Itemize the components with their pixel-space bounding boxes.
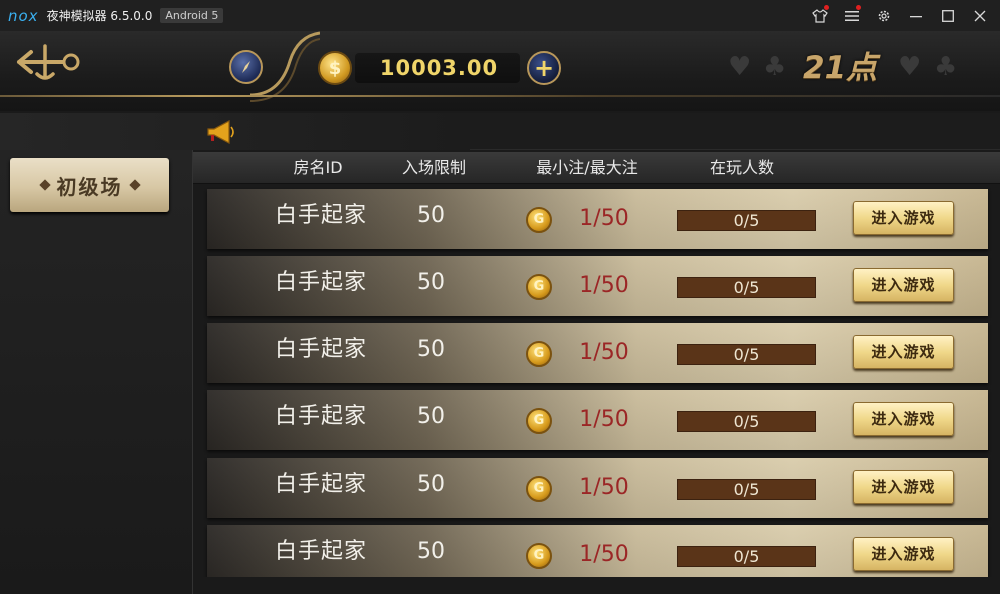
notification-dot xyxy=(824,5,829,10)
window-controls xyxy=(804,0,996,31)
player-count: 0/5 xyxy=(677,479,816,500)
gear-icon[interactable] xyxy=(868,0,900,31)
heart-suit-icon: ♥ xyxy=(898,52,922,82)
room-level-sidebar xyxy=(0,150,193,594)
room-name: 白手起家 xyxy=(274,472,367,497)
tab-beginner[interactable]: 初级场 xyxy=(10,158,169,212)
maximize-icon[interactable] xyxy=(932,0,964,31)
club-suit-icon: ♣ xyxy=(934,52,958,82)
coin-icon: G xyxy=(526,341,552,367)
bet-range: 1/50 xyxy=(579,407,629,432)
back-anchor-button[interactable] xyxy=(14,40,86,84)
diamond-icon xyxy=(38,179,51,191)
enter-game-button[interactable]: 进入游戏 xyxy=(853,335,954,369)
add-coins-button[interactable]: + xyxy=(527,51,561,85)
compass-button[interactable] xyxy=(229,50,263,84)
bet-range: 1/50 xyxy=(579,273,629,298)
minimize-icon[interactable] xyxy=(900,0,932,31)
enter-game-button[interactable]: 进入游戏 xyxy=(853,268,954,302)
player-count: 0/5 xyxy=(677,344,816,365)
close-icon[interactable] xyxy=(964,0,996,31)
shirt-icon[interactable] xyxy=(804,0,836,31)
emulator-titlebar: nox 夜神模拟器 6.5.0.0 Android 5 xyxy=(0,0,1000,31)
notification-dot xyxy=(856,5,861,10)
club-suit-icon: ♣ xyxy=(763,52,787,82)
room-name: 白手起家 xyxy=(274,337,367,362)
player-count: 0/5 xyxy=(677,210,816,231)
enter-game-button[interactable]: 进入游戏 xyxy=(853,470,954,504)
entry-limit: 50 xyxy=(417,203,445,228)
nox-logo: nox xyxy=(8,6,39,25)
player-count: 0/5 xyxy=(677,277,816,298)
app-title: 夜神模拟器 6.5.0.0 xyxy=(46,9,153,23)
megaphone-icon xyxy=(207,120,234,144)
coin-icon: G xyxy=(526,207,552,233)
bottom-strip xyxy=(193,577,1000,594)
android-version-badge: Android 5 xyxy=(160,8,224,23)
room-name: 白手起家 xyxy=(274,203,367,228)
diamond-icon xyxy=(128,179,141,191)
entry-limit: 50 xyxy=(417,539,445,564)
room-name: 白手起家 xyxy=(274,404,367,429)
column-header-bet-range: 最小注/最大注 xyxy=(536,158,638,177)
bet-range: 1/50 xyxy=(579,340,629,365)
bet-range: 1/50 xyxy=(579,475,629,500)
tab-label: 初级场 xyxy=(56,174,123,199)
coin-icon: $ xyxy=(318,51,352,85)
column-header-room-id: 房名ID xyxy=(293,158,343,177)
coin-icon: G xyxy=(526,408,552,434)
heart-suit-icon: ♥ xyxy=(728,52,752,82)
game-title: 21点 xyxy=(803,50,878,86)
coin-icon: G xyxy=(526,274,552,300)
entry-limit: 50 xyxy=(417,337,445,362)
coin-icon: G xyxy=(526,476,552,502)
entry-limit: 50 xyxy=(417,270,445,295)
enter-game-button[interactable]: 进入游戏 xyxy=(853,537,954,571)
entry-limit: 50 xyxy=(417,472,445,497)
player-count: 0/5 xyxy=(677,411,816,432)
compass-icon xyxy=(242,61,250,73)
bet-range: 1/50 xyxy=(579,206,629,231)
enter-game-button[interactable]: 进入游戏 xyxy=(853,201,954,235)
bet-range: 1/50 xyxy=(579,542,629,567)
menu-icon[interactable] xyxy=(836,0,868,31)
room-name: 白手起家 xyxy=(274,539,367,564)
column-header-players: 在玩人数 xyxy=(709,158,774,177)
room-name: 白手起家 xyxy=(274,270,367,295)
entry-limit: 50 xyxy=(417,404,445,429)
balance-value: 10003.00 xyxy=(379,56,499,80)
anchor-back-icon xyxy=(17,44,80,80)
enter-game-button[interactable]: 进入游戏 xyxy=(853,402,954,436)
header-divider xyxy=(0,95,1000,97)
coin-icon: G xyxy=(526,543,552,569)
player-count: 0/5 xyxy=(677,546,816,567)
column-header-entry-limit: 入场限制 xyxy=(401,158,466,177)
